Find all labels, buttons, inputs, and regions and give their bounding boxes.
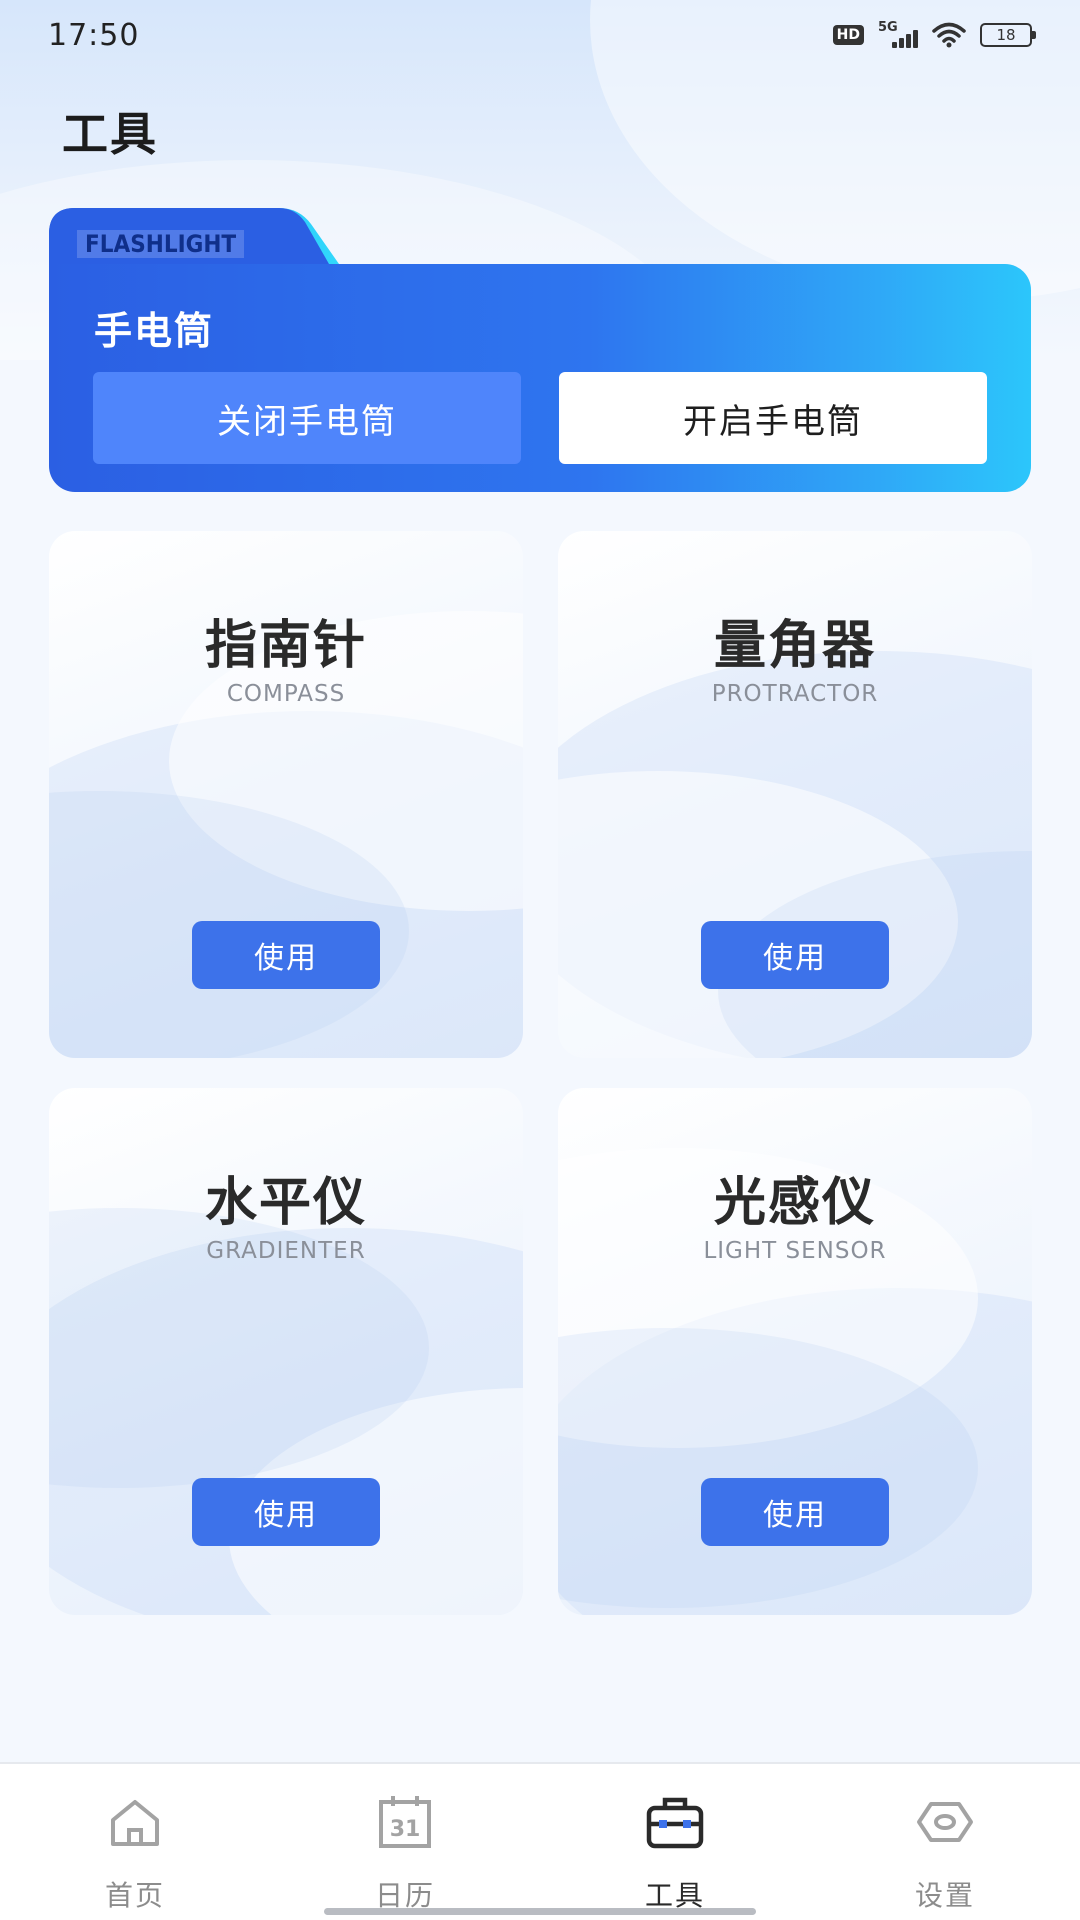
tool-name: 指南针 [204, 616, 367, 676]
status-icons: HD 5G 18 [832, 20, 1036, 48]
nav-item-home[interactable]: 首页 [0, 1764, 270, 1920]
svg-text:31: 31 [390, 1817, 421, 1842]
page-title: 工具 [62, 107, 158, 161]
nav-label: 首页 [104, 1879, 165, 1912]
tool-subtitle: GRADIENTER [206, 1238, 366, 1264]
tool-name: 水平仪 [204, 1173, 367, 1233]
flashlight-card: FLASHLIGHT 手电筒 关闭手电筒 开启手电筒 [49, 208, 1031, 492]
tool-name: 光感仪 [713, 1173, 876, 1233]
tool-name: 量角器 [713, 616, 876, 676]
compass-use-button[interactable]: 使用 [192, 921, 380, 989]
status-time: 17:50 [48, 17, 140, 53]
wifi-icon [932, 22, 966, 48]
protractor-use-button[interactable]: 使用 [701, 921, 889, 989]
flashlight-on-button[interactable]: 开启手电筒 [559, 372, 987, 464]
network-type: 5G [878, 20, 898, 35]
calendar-icon: 31 [379, 1796, 431, 1848]
gradienter-use-button[interactable]: 使用 [192, 1478, 380, 1546]
flashlight-title: 手电筒 [94, 309, 215, 353]
tool-subtitle: PROTRACTOR [711, 681, 879, 707]
hd-icon: HD [832, 25, 864, 45]
home-icon [111, 1800, 159, 1846]
protractor-card[interactable]: 量角器 PROTRACTOR 使用 [558, 531, 1032, 1058]
nav-item-tools[interactable]: 工具 [540, 1764, 810, 1920]
status-bar: 17:50 HD 5G 18 [0, 0, 1080, 70]
nav-item-settings[interactable]: 设置 [810, 1764, 1080, 1920]
battery-icon: 18 [980, 23, 1036, 47]
flashlight-off-button[interactable]: 关闭手电筒 [93, 372, 521, 464]
nav-label: 设置 [914, 1879, 975, 1912]
cellular-signal-icon: 5G [878, 20, 918, 48]
light-sensor-use-button[interactable]: 使用 [701, 1478, 889, 1546]
flashlight-tag: FLASHLIGHT [77, 230, 245, 258]
bottom-navigation: 首页 31 日历 工具 设置 [0, 1762, 1080, 1920]
eye-icon [917, 1802, 973, 1842]
compass-card[interactable]: 指南针 COMPASS 使用 [49, 531, 523, 1058]
tool-subtitle: COMPASS [226, 681, 346, 707]
gradienter-card[interactable]: 水平仪 GRADIENTER 使用 [49, 1088, 523, 1615]
nav-item-calendar[interactable]: 31 日历 [270, 1764, 540, 1920]
tool-subtitle: LIGHT SENSOR [703, 1238, 887, 1264]
toolbox-icon [646, 1797, 704, 1849]
light-sensor-card[interactable]: 光感仪 LIGHT SENSOR 使用 [558, 1088, 1032, 1615]
home-indicator[interactable] [324, 1908, 756, 1915]
battery-level: 18 [996, 26, 1016, 44]
